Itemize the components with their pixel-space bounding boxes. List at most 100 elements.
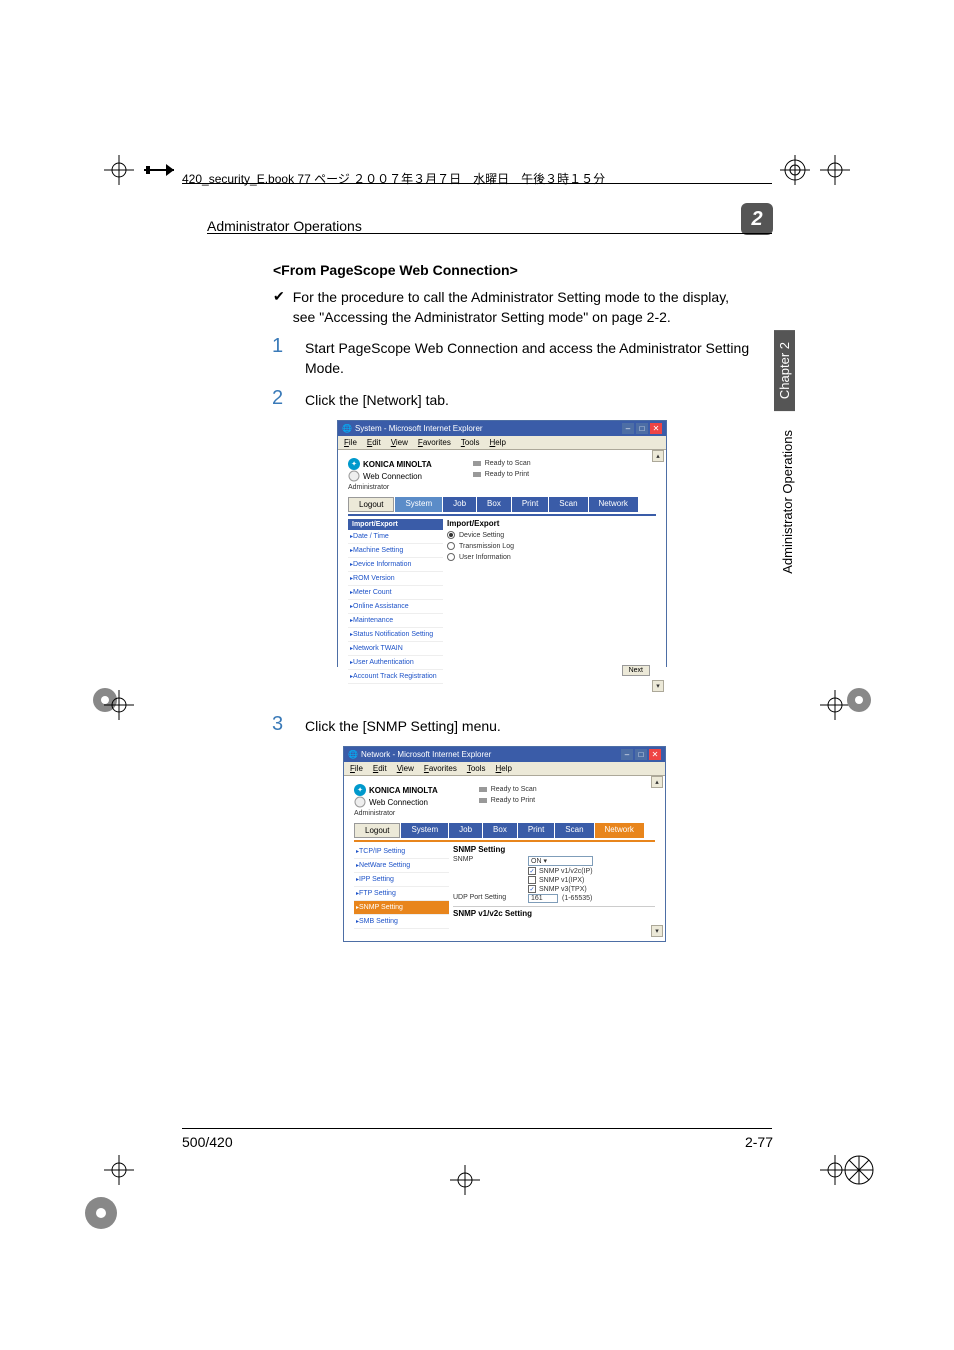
side-item-account[interactable]: Account Track Registration — [348, 670, 443, 684]
menu-edit[interactable]: Edit — [367, 438, 381, 447]
radio-transmission-log[interactable]: Transmission Log — [447, 542, 656, 550]
header-annotation: 420_security_E.book 77 ページ ２００７年３月７日 水曜日… — [182, 170, 605, 187]
subsection-heading: <From PageScope Web Connection> — [273, 262, 518, 278]
snmp-select[interactable]: ON ▾ — [528, 856, 593, 866]
side-item-online[interactable]: Online Assistance — [348, 600, 443, 614]
tab-scan[interactable]: Scan — [555, 823, 593, 838]
pagescope-label: Web Connection — [369, 798, 428, 807]
menubar: File Edit View Favorites Tools Help — [338, 436, 666, 450]
radio-device-setting[interactable]: Device Setting — [447, 531, 656, 539]
scroll-up-icon[interactable]: ▴ — [651, 776, 663, 788]
menu-tools[interactable]: Tools — [467, 764, 486, 773]
menu-view[interactable]: View — [391, 438, 408, 447]
logout-button[interactable]: Logout — [348, 497, 394, 512]
printer-icon — [472, 469, 482, 479]
reg-mark-icon — [450, 1165, 480, 1195]
sidebar-title: Administrator Operations — [780, 430, 795, 574]
side-item-device[interactable]: Device Information — [348, 558, 443, 572]
menu-view[interactable]: View — [397, 764, 414, 773]
next-button[interactable]: Next — [622, 665, 650, 676]
radio-icon — [447, 542, 455, 550]
menu-file[interactable]: File — [350, 764, 363, 773]
window-title: System - Microsoft Internet Explorer — [355, 424, 483, 433]
window-title: Network - Microsoft Internet Explorer — [361, 750, 491, 759]
side-item-rom[interactable]: ROM Version — [348, 572, 443, 586]
radio-user-info[interactable]: User Information — [447, 553, 656, 561]
menubar: File Edit View Favorites Tools Help — [344, 762, 665, 776]
printer-icon — [478, 795, 488, 805]
admin-label: Administrator — [348, 484, 432, 491]
tab-scan[interactable]: Scan — [549, 497, 587, 512]
close-button[interactable]: ✕ — [649, 749, 661, 760]
side-item-meter[interactable]: Meter Count — [348, 586, 443, 600]
reg-mark-icon — [104, 690, 134, 720]
side-item-smb[interactable]: SMB Setting — [354, 915, 449, 929]
snmp-label: SNMP — [453, 856, 528, 893]
brand-logo-icon: ✦ — [354, 784, 366, 796]
status-print: Ready to Print — [491, 797, 535, 804]
checkbox-icon: ✓ — [528, 885, 536, 893]
tab-job[interactable]: Job — [443, 497, 476, 512]
scanner-icon — [472, 458, 482, 468]
side-item-snmp[interactable]: SNMP Setting — [354, 901, 449, 915]
minimize-button[interactable]: – — [622, 423, 634, 434]
titlebar: 🌐 Network - Microsoft Internet Explorer … — [344, 747, 665, 762]
reg-mark-icon — [104, 155, 134, 185]
menu-favorites[interactable]: Favorites — [418, 438, 451, 447]
divider — [354, 840, 655, 842]
divider — [348, 514, 656, 516]
close-button[interactable]: ✕ — [650, 423, 662, 434]
scroll-down-icon[interactable]: ▾ — [652, 680, 664, 692]
tab-network[interactable]: Network — [595, 823, 644, 838]
side-item-twain[interactable]: Network TWAIN — [348, 642, 443, 656]
step-number: 2 — [272, 387, 287, 411]
chapter-badge: 2 — [741, 203, 773, 235]
menu-help[interactable]: Help — [496, 764, 512, 773]
tab-system[interactable]: System — [401, 823, 448, 838]
divider — [182, 183, 772, 184]
side-item-status[interactable]: Status Notification Setting — [348, 628, 443, 642]
tab-box[interactable]: Box — [477, 497, 511, 512]
menu-help[interactable]: Help — [490, 438, 506, 447]
checkbox-snmp-v1v2c-ip[interactable]: ✓SNMP v1/v2c(IP) — [528, 867, 593, 875]
tab-box[interactable]: Box — [483, 823, 517, 838]
admin-label: Administrator — [354, 810, 438, 817]
menu-tools[interactable]: Tools — [461, 438, 480, 447]
step-number: 3 — [272, 713, 287, 737]
reg-mark-icon — [780, 155, 810, 185]
tab-print[interactable]: Print — [512, 497, 548, 512]
side-item-date[interactable]: Date / Time — [348, 530, 443, 544]
minimize-button[interactable]: – — [621, 749, 633, 760]
tab-print[interactable]: Print — [518, 823, 554, 838]
udp-port-input[interactable]: 161 — [528, 894, 558, 903]
maximize-button[interactable]: □ — [635, 749, 647, 760]
menu-file[interactable]: File — [344, 438, 357, 447]
reg-mark-icon — [78, 1190, 124, 1236]
side-item-userauth[interactable]: User Authentication — [348, 656, 443, 670]
scroll-up-icon[interactable]: ▴ — [652, 450, 664, 462]
side-item-maint[interactable]: Maintenance — [348, 614, 443, 628]
footer-model: 500/420 — [182, 1134, 233, 1150]
checkbox-snmp-v1-ipx[interactable]: SNMP v1(IPX) — [528, 876, 593, 884]
maximize-button[interactable]: □ — [636, 423, 648, 434]
side-menu: Import/Export Date / Time Machine Settin… — [348, 519, 443, 684]
pagescope-label: Web Connection — [363, 472, 422, 481]
menu-favorites[interactable]: Favorites — [424, 764, 457, 773]
logout-button[interactable]: Logout — [354, 823, 400, 838]
side-item-ipp[interactable]: IPP Setting — [354, 873, 449, 887]
reg-mark-icon — [144, 155, 174, 185]
snmp-form: SNMP Setting SNMP ON ▾ ✓SNMP v1/v2c(IP) … — [453, 845, 655, 929]
side-item-ftp[interactable]: FTP Setting — [354, 887, 449, 901]
step-text: Start PageScope Web Connection and acces… — [305, 335, 772, 378]
menu-edit[interactable]: Edit — [373, 764, 387, 773]
side-item-machine[interactable]: Machine Setting — [348, 544, 443, 558]
step-number: 1 — [272, 335, 287, 378]
tab-network[interactable]: Network — [589, 497, 638, 512]
tab-system[interactable]: System — [395, 497, 442, 512]
checkbox-icon: ✓ — [528, 867, 536, 875]
tab-job[interactable]: Job — [449, 823, 482, 838]
side-item-netware[interactable]: NetWare Setting — [354, 859, 449, 873]
side-item-tcpip[interactable]: TCP/IP Setting — [354, 845, 449, 859]
checkbox-snmp-v3-tpx[interactable]: ✓SNMP v3(TPX) — [528, 885, 593, 893]
scroll-down-icon[interactable]: ▾ — [651, 925, 663, 937]
